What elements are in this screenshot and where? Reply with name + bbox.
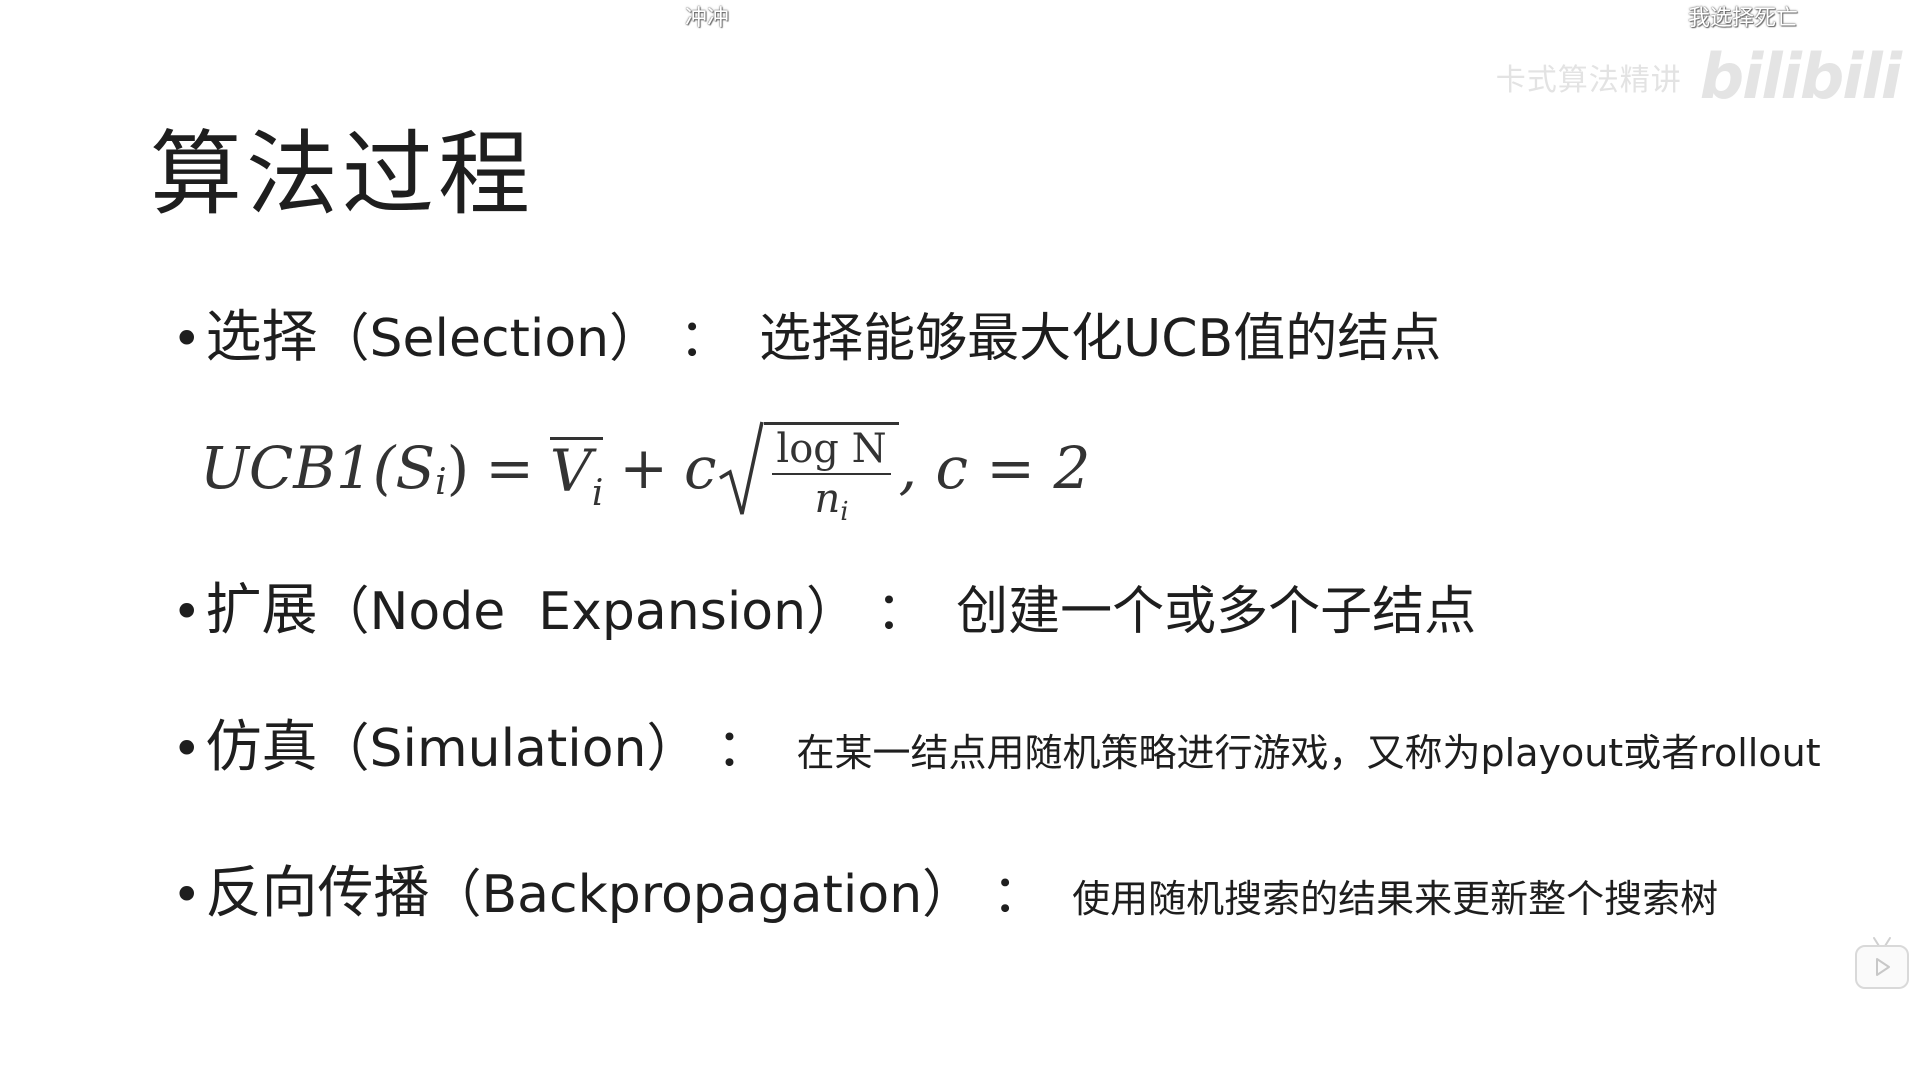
bullet-dot: • bbox=[172, 720, 202, 778]
bullet-selection: • 选择 （Selection） ： 选择能够最大化UCB值的结点 bbox=[172, 292, 1441, 373]
bullet-colon: ： bbox=[716, 719, 769, 779]
slide-title: 算法过程 bbox=[150, 121, 535, 228]
bullet-dot: • bbox=[172, 583, 202, 641]
formula-tail: , c = 2 bbox=[898, 434, 1091, 502]
danmaku-comment: 我选择死亡 bbox=[1688, 6, 1799, 31]
formula-v-subscript: i bbox=[591, 472, 604, 514]
formula-v-bar: Vi bbox=[549, 436, 604, 511]
watermark-uploader-text: 卡式算法精讲 bbox=[1495, 62, 1682, 98]
formula-fraction-denominator: ni bbox=[814, 475, 848, 526]
bullet-colon: ： bbox=[992, 865, 1045, 925]
play-button[interactable] bbox=[1855, 945, 1909, 989]
formula-c: c bbox=[683, 434, 717, 502]
bullet-description: 创建一个或多个子结点 bbox=[956, 582, 1477, 642]
bullet-simulation: • 仿真 （Simulation） ： 在某一结点用随机策略进行游戏，又称为pl… bbox=[172, 702, 1821, 783]
formula-n: n bbox=[814, 475, 841, 522]
formula-fraction-numerator: log N bbox=[772, 427, 891, 475]
formula-n-subscript: i bbox=[840, 496, 849, 527]
sqrt-radical-icon bbox=[719, 421, 765, 514]
bullet-description: 使用随机搜索的结果来更新整个搜索树 bbox=[1072, 877, 1719, 921]
danmaku-comment: 冲冲 bbox=[685, 6, 730, 31]
formula-fraction: log N ni bbox=[764, 421, 899, 526]
bullet-term: 仿真 bbox=[205, 715, 318, 780]
bullet-english: （Selection） bbox=[317, 309, 662, 369]
bullet-colon: ： bbox=[876, 582, 929, 642]
formula-lhs: UCB1(S bbox=[200, 434, 436, 502]
bullet-dot: • bbox=[172, 866, 202, 924]
formula-lhs-close: ) bbox=[446, 434, 470, 502]
formula-lhs-subscript: i bbox=[435, 461, 447, 503]
formula-sqrt: log N ni bbox=[718, 416, 899, 526]
bilibili-watermark: 卡式算法精讲 bilibili bbox=[1495, 40, 1902, 113]
bullet-description: 在某一结点用随机策略进行游戏，又称为playout或者rollout bbox=[796, 731, 1821, 775]
bullet-dot: • bbox=[172, 310, 202, 368]
bullet-english: （Backpropagation） bbox=[429, 865, 975, 925]
formula-plus: + bbox=[619, 434, 668, 502]
ucb1-formula: UCB1(S i) = Vi + c log N ni , c = 2 bbox=[200, 408, 1090, 528]
bullet-expansion: • 扩展 （Node Expansion） ： 创建一个或多个子结点 bbox=[172, 565, 1476, 646]
bullet-backpropagation: • 反向传播 （Backpropagation） ： 使用随机搜索的结果来更新整… bbox=[172, 848, 1718, 929]
bullet-english: （Simulation） bbox=[317, 719, 699, 779]
bilibili-logo: bilibili bbox=[1699, 40, 1902, 113]
bullet-term: 扩展 bbox=[205, 578, 318, 643]
bullet-colon: ： bbox=[679, 309, 732, 369]
formula-equals: = bbox=[485, 434, 534, 502]
bullet-term: 反向传播 bbox=[205, 861, 430, 926]
bullet-term: 选择 bbox=[205, 305, 318, 370]
bullet-english: （Node Expansion） bbox=[317, 582, 859, 642]
bullet-description: 选择能够最大化UCB值的结点 bbox=[759, 309, 1442, 369]
play-icon bbox=[1876, 958, 1890, 976]
formula-v: V bbox=[549, 436, 592, 505]
